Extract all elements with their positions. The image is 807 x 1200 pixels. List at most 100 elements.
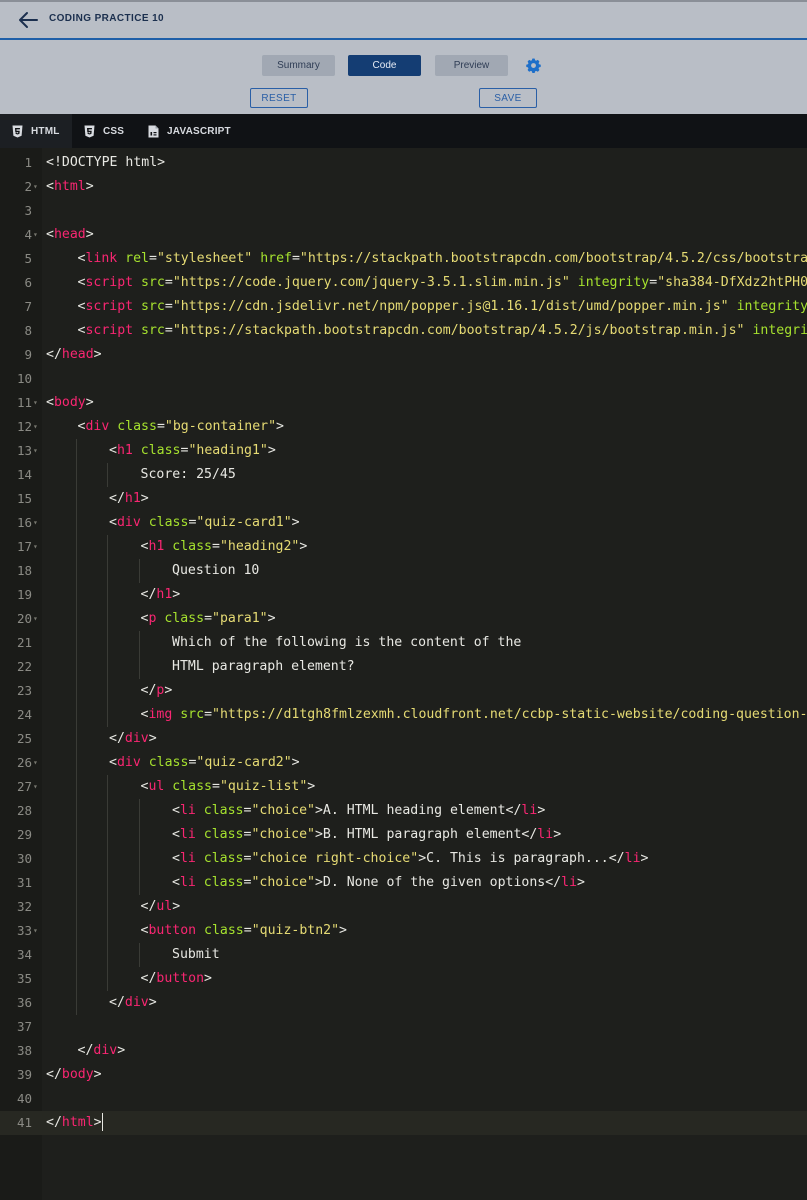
fold-toggle-icon[interactable]: ▾	[33, 535, 38, 559]
code-punctuation: <	[172, 803, 180, 818]
gear-icon[interactable]	[526, 58, 541, 73]
fold-toggle-icon[interactable]: ▾	[33, 775, 38, 799]
fold-toggle-icon[interactable]: ▾	[33, 391, 38, 415]
code-line[interactable]: 14 Score: 25/45	[0, 463, 807, 487]
code-string: "bg-container"	[164, 419, 277, 434]
code-punctuation: >C. This is paragraph...</	[418, 851, 625, 866]
code-line[interactable]: 25 </div>	[0, 727, 807, 751]
code-punctuation: =	[243, 923, 252, 938]
code-line[interactable]: 22 HTML paragraph element?	[0, 655, 807, 679]
code-line[interactable]: 37	[0, 1015, 807, 1039]
code-line[interactable]: 20 ▾ <p class="para1">	[0, 607, 807, 631]
line-number: 8	[24, 323, 32, 338]
code-line[interactable]: 36 </div>	[0, 991, 807, 1015]
code-tag: h1	[156, 587, 173, 602]
tab-javascript[interactable]: JAVASCRIPT	[136, 114, 236, 148]
save-button[interactable]: SAVE	[479, 88, 537, 108]
fold-toggle-icon[interactable]: ▾	[33, 223, 38, 247]
code-line[interactable]: 27 ▾ <ul class="quiz-list">	[0, 775, 807, 799]
code-line[interactable]: 3	[0, 199, 807, 223]
code-punctuation: </	[140, 683, 157, 698]
indent-guide	[107, 583, 108, 607]
code-punctuation: >	[117, 1043, 126, 1058]
code-tag: li	[179, 875, 196, 890]
code-line[interactable]: 18 Question 10	[0, 559, 807, 583]
code-line[interactable]: 26 ▾ <div class="quiz-card2">	[0, 751, 807, 775]
code-line[interactable]: 17 ▾ <h1 class="heading2">	[0, 535, 807, 559]
code-text: </html>	[46, 1111, 103, 1135]
code-line[interactable]: 5 <link rel="stylesheet" href="https://st…	[0, 247, 807, 271]
indent-guide	[75, 871, 77, 895]
indent-guide	[75, 799, 77, 823]
code-line[interactable]: 15 </h1>	[0, 487, 807, 511]
code-line[interactable]: 23 </p>	[0, 679, 807, 703]
code-attribute: class	[172, 539, 212, 554]
code-line[interactable]: 19 </h1>	[0, 583, 807, 607]
code-line[interactable]: 33 ▾ <button class="quiz-btn2">	[0, 919, 807, 943]
tab-css[interactable]: CSS	[72, 114, 136, 148]
code-line[interactable]: 7 <script src="https://cdn.jsdelivr.net/n…	[0, 295, 807, 319]
code-tag: div	[116, 755, 141, 770]
code-line[interactable]: 24 <img src="https://d1tgh8fmlzexmh.cloud…	[0, 703, 807, 727]
code-text: </body>	[46, 1063, 102, 1087]
code-line[interactable]: 32 </ul>	[0, 895, 807, 919]
fold-toggle-icon[interactable]: ▾	[33, 751, 38, 775]
code-line[interactable]: 16 ▾ <div class="quiz-card1">	[0, 511, 807, 535]
code-punctuation: </	[109, 731, 125, 746]
code-line[interactable]: 30 <li class="choice right-choice">C. Thi…	[0, 847, 807, 871]
code-text: <button class="quiz-btn2">	[141, 919, 348, 943]
code-punctuation: </	[140, 971, 157, 986]
code-line[interactable]: 11 ▾ <body>	[0, 391, 807, 415]
reset-button[interactable]: RESET	[250, 88, 308, 108]
code-punctuation: <	[46, 179, 54, 194]
code-line[interactable]: 12 ▾ <div class="bg-container">	[0, 415, 807, 439]
line-number: 1	[24, 155, 32, 170]
code-line[interactable]: 6 <script src="https://code.jquery.com/jq…	[0, 271, 807, 295]
code-text: <script src="https://code.jquery.com/jqu…	[78, 271, 807, 295]
code-text: <!DOCTYPE html>	[46, 155, 166, 170]
code-line[interactable]: 34 Submit	[0, 943, 807, 967]
tab-html[interactable]: HTML	[0, 114, 72, 148]
code-line[interactable]: 39 </body>	[0, 1063, 807, 1087]
code-line[interactable]: 29 <li class="choice">B. HTML paragraph e…	[0, 823, 807, 847]
indent-guide	[75, 511, 77, 535]
code-line[interactable]: 38 </div>	[0, 1039, 807, 1063]
arrow-left-icon[interactable]	[16, 9, 40, 31]
code-punctuation: </	[46, 347, 62, 362]
indent-guide	[75, 847, 77, 871]
code-line[interactable]: 21 Which of the following is the content …	[0, 631, 807, 655]
code-line[interactable]: 35 </button>	[0, 967, 807, 991]
code-line[interactable]: 41 </html>	[0, 1111, 807, 1135]
code-line[interactable]: 31 <li class="choice">D. None of the give…	[0, 871, 807, 895]
fold-toggle-icon[interactable]: ▾	[33, 175, 38, 199]
code-text: Submit	[172, 943, 220, 967]
code-line[interactable]: 10	[0, 367, 807, 391]
code-line[interactable]: 1 <!DOCTYPE html>	[0, 151, 807, 175]
code-text: <li class="choice">A. HTML heading eleme…	[172, 799, 545, 823]
code-line[interactable]: 8 <script src="https://stackpath.bootstra…	[0, 319, 807, 343]
code-line[interactable]: 9 </head>	[0, 343, 807, 367]
code-tag: button	[156, 971, 205, 986]
code-punctuation: =	[212, 539, 220, 554]
code-punctuation: >	[164, 683, 173, 698]
fold-toggle-icon[interactable]: ▾	[33, 511, 38, 535]
code-editor[interactable]: 1 <!DOCTYPE html> 2 ▾ <html> 3 4 ▾ <head> 5 <link …	[0, 148, 807, 1200]
code-string: "https://code.jquery.com/jquery-3.5.1.sl…	[172, 275, 570, 290]
code-line[interactable]: 40	[0, 1087, 807, 1111]
tab-code[interactable]: Code	[348, 55, 421, 76]
code-line[interactable]: 2 ▾ <html>	[0, 175, 807, 199]
code-text: </div>	[109, 991, 157, 1015]
fold-toggle-icon[interactable]: ▾	[33, 607, 38, 631]
fold-toggle-icon[interactable]: ▾	[33, 415, 38, 439]
fold-toggle-icon[interactable]: ▾	[33, 919, 38, 943]
code-string: "choice"	[251, 875, 315, 890]
tab-preview[interactable]: Preview	[435, 55, 508, 76]
code-line[interactable]: 28 <li class="choice">A. HTML heading ele…	[0, 799, 807, 823]
fold-toggle-icon[interactable]: ▾	[33, 439, 38, 463]
indent-guide	[107, 559, 108, 583]
code-line[interactable]: 13 ▾ <h1 class="heading1">	[0, 439, 807, 463]
code-line[interactable]: 4 ▾ <head>	[0, 223, 807, 247]
tab-summary[interactable]: Summary	[262, 55, 335, 76]
code-attribute: class	[117, 419, 157, 434]
indent-guide	[75, 487, 77, 511]
